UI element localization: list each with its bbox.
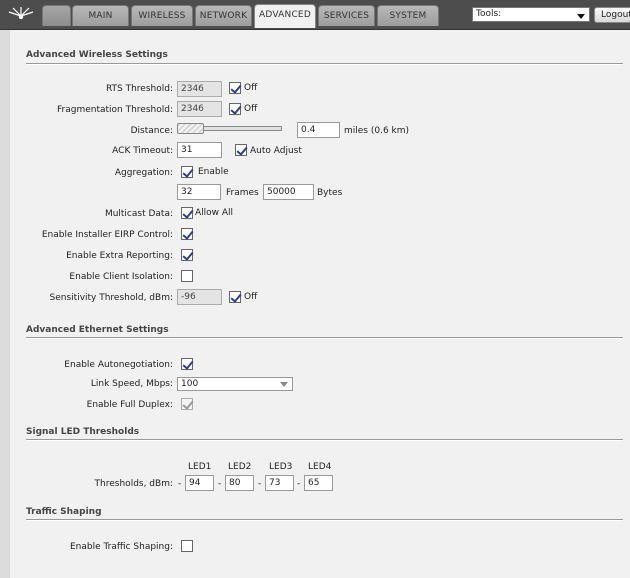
eirp-control-label: Enable Installer EIRP Control: bbox=[41, 230, 173, 240]
traffic-section-title: Traffic Shaping bbox=[26, 507, 102, 517]
traffic-section-divider bbox=[26, 519, 623, 521]
aggregation-bytes-label: Bytes bbox=[317, 188, 343, 198]
tab-wireless[interactable]: WIRELESS bbox=[131, 5, 193, 26]
extra-reporting-checkbox[interactable] bbox=[181, 249, 193, 261]
aggregation-frames-input[interactable]: 32 bbox=[177, 184, 221, 200]
led3-header: LED3 bbox=[269, 462, 293, 472]
rts-off-checkbox[interactable] bbox=[229, 82, 241, 94]
tab-logo[interactable] bbox=[42, 5, 71, 26]
led2-header: LED2 bbox=[228, 462, 252, 472]
advanced-settings-panel: Advanced Wireless Settings RTS Threshold… bbox=[10, 30, 630, 578]
tab-services[interactable]: SERVICES bbox=[318, 5, 375, 26]
distance-unit-label: miles (0.6 km) bbox=[344, 126, 410, 136]
extra-reporting-label: Enable Extra Reporting: bbox=[66, 251, 173, 261]
full-duplex-label: Enable Full Duplex: bbox=[86, 400, 173, 410]
led4-threshold-input[interactable]: 65 bbox=[304, 475, 333, 491]
rts-off-label: Off bbox=[244, 83, 258, 93]
traffic-shaping-checkbox[interactable] bbox=[181, 540, 193, 552]
ack-auto-adjust-checkbox[interactable] bbox=[235, 144, 247, 156]
aggregation-frames-label: Frames bbox=[226, 188, 259, 198]
full-duplex-checkbox[interactable] bbox=[181, 398, 193, 410]
link-speed-value: 100 bbox=[181, 379, 199, 389]
tab-advanced[interactable]: ADVANCED bbox=[254, 4, 316, 28]
fragmentation-threshold-input[interactable]: 2346 bbox=[177, 101, 222, 117]
distance-input[interactable]: 0.4 bbox=[297, 122, 340, 138]
fragmentation-threshold-label: Fragmentation Threshold: bbox=[57, 105, 173, 115]
wireless-section-title: Advanced Wireless Settings bbox=[26, 50, 168, 60]
autonegotiation-label: Enable Autonegotiation: bbox=[64, 360, 173, 370]
tab-network[interactable]: NETWORK bbox=[195, 5, 252, 26]
traffic-shaping-label: Enable Traffic Shaping: bbox=[69, 542, 173, 552]
led-section-title: Signal LED Thresholds bbox=[26, 427, 140, 437]
aggregation-enable-checkbox[interactable] bbox=[181, 166, 193, 178]
aggregation-label: Aggregation: bbox=[114, 168, 173, 178]
multicast-data-label: Multicast Data: bbox=[104, 209, 173, 219]
thresholds-label: Thresholds, dBm: bbox=[94, 479, 173, 489]
ack-auto-adjust-label: Auto Adjust bbox=[250, 146, 302, 156]
sensitivity-off-label: Off bbox=[244, 292, 258, 302]
tab-system[interactable]: SYSTEM bbox=[377, 5, 439, 26]
tab-main[interactable]: MAIN bbox=[72, 5, 129, 26]
led1-header: LED1 bbox=[188, 462, 212, 472]
fragmentation-off-checkbox[interactable] bbox=[229, 103, 241, 115]
logout-button[interactable]: Logout bbox=[594, 7, 630, 23]
sensitivity-off-checkbox[interactable] bbox=[229, 291, 241, 303]
client-isolation-label: Enable Client Isolation: bbox=[69, 272, 173, 282]
link-speed-label: Link Speed, Mbps: bbox=[90, 379, 173, 389]
led2-threshold-input[interactable]: 80 bbox=[225, 475, 254, 491]
tools-dropdown[interactable]: Tools: bbox=[472, 7, 590, 22]
led-dash-0: - bbox=[178, 479, 182, 489]
led-dash-1: - bbox=[218, 479, 222, 489]
multicast-allow-all-label: Allow All bbox=[195, 208, 234, 218]
ethernet-section-divider bbox=[26, 337, 623, 339]
autonegotiation-checkbox[interactable] bbox=[181, 358, 193, 370]
aggregation-enable-label: Enable bbox=[198, 167, 229, 177]
rts-threshold-input[interactable]: 2346 bbox=[177, 81, 222, 97]
wireless-section-divider bbox=[26, 63, 623, 65]
client-isolation-checkbox[interactable] bbox=[181, 270, 193, 282]
chevron-down-icon bbox=[280, 382, 288, 387]
eirp-control-checkbox[interactable] bbox=[181, 228, 193, 240]
distance-label: Distance: bbox=[130, 126, 173, 136]
distance-slider-handle[interactable] bbox=[177, 123, 204, 134]
left-edge bbox=[0, 30, 10, 578]
ack-timeout-input[interactable]: 31 bbox=[177, 142, 222, 158]
fragmentation-off-label: Off bbox=[244, 104, 258, 114]
led-section-divider bbox=[26, 439, 623, 441]
aggregation-bytes-input[interactable]: 50000 bbox=[263, 184, 314, 200]
led4-header: LED4 bbox=[308, 462, 332, 472]
sensitivity-threshold-label: Sensitivity Threshold, dBm: bbox=[49, 293, 173, 303]
ack-timeout-label: ACK Timeout: bbox=[112, 146, 173, 156]
led3-threshold-input[interactable]: 73 bbox=[265, 475, 294, 491]
top-navigation-bar: MAIN WIRELESS NETWORK ADVANCED SERVICES … bbox=[0, 0, 630, 30]
led-dash-3: - bbox=[297, 479, 301, 489]
led-dash-2: - bbox=[258, 479, 262, 489]
led1-threshold-input[interactable]: 94 bbox=[185, 475, 214, 491]
rts-threshold-label: RTS Threshold: bbox=[105, 84, 173, 94]
chevron-down-icon bbox=[577, 14, 585, 19]
link-speed-select[interactable]: 100 bbox=[177, 377, 293, 391]
tools-dropdown-label: Tools: bbox=[476, 9, 502, 19]
ubiquiti-logo-icon[interactable] bbox=[4, 4, 38, 26]
sensitivity-threshold-input[interactable]: -96 bbox=[177, 289, 222, 305]
ethernet-section-title: Advanced Ethernet Settings bbox=[26, 325, 169, 335]
multicast-allow-all-checkbox[interactable] bbox=[181, 207, 193, 219]
